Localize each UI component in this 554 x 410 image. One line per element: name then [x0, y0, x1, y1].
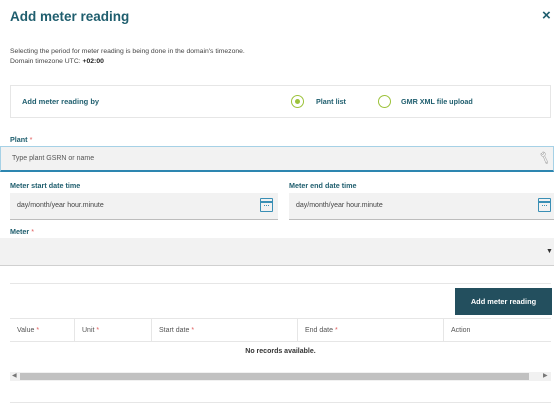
scroll-left-arrow-icon[interactable]: ◀ — [12, 372, 17, 381]
required-mark: * — [96, 327, 100, 334]
close-icon[interactable]: × — [542, 8, 551, 23]
plant-search-placeholder: Type plant GSRN or name — [12, 155, 95, 162]
radio-label-gmr-xml-upload[interactable]: GMR XML file upload — [401, 97, 473, 106]
horizontal-scrollbar[interactable]: ◀ ▶ — [10, 372, 551, 381]
plant-label-text: Plant — [10, 135, 28, 144]
radio-label-plant-list[interactable]: Plant list — [316, 97, 346, 106]
column-label: Value — [17, 327, 35, 334]
required-mark: * — [29, 135, 33, 144]
divider — [10, 402, 551, 403]
calendar-icon[interactable] — [538, 198, 551, 212]
column-header-value[interactable]: Value * — [10, 319, 75, 342]
radio-plant-list[interactable] — [291, 95, 304, 108]
add-meter-reading-button[interactable]: Add meter reading — [455, 288, 552, 315]
column-label: End date — [305, 327, 334, 334]
meter-start-date-input[interactable]: day/month/year hour.minute — [10, 193, 278, 220]
radio-selected-dot — [295, 99, 300, 104]
column-header-end-date[interactable]: End date * — [298, 319, 444, 342]
meter-end-label: Meter end date time — [289, 181, 357, 190]
timezone-prefix: Domain timezone UTC: — [10, 58, 83, 65]
wrench-icon[interactable]: 🔧︎ — [537, 151, 553, 166]
divider — [10, 283, 551, 284]
column-label: Unit — [82, 327, 95, 334]
meter-start-placeholder: day/month/year hour.minute — [17, 202, 104, 209]
meter-label-text: Meter — [10, 227, 30, 236]
caret-down-icon[interactable]: ▼ — [546, 248, 553, 255]
timezone-note: Selecting the period for meter reading i… — [10, 48, 245, 55]
required-mark: * — [334, 327, 338, 334]
column-label: Action — [451, 327, 471, 334]
column-header-unit[interactable]: Unit * — [75, 319, 152, 342]
reading-by-panel: Add meter reading by Plant list GMR XML … — [10, 85, 551, 118]
meter-end-date-input[interactable]: day/month/year hour.minute — [289, 193, 554, 220]
radio-gmr-xml-upload[interactable] — [378, 95, 391, 108]
table-header: Value * Unit * Start date * End date * A… — [10, 318, 551, 342]
reading-by-label: Add meter reading by — [22, 97, 100, 106]
column-label: Start date — [159, 327, 190, 334]
required-mark: * — [191, 327, 195, 334]
calendar-icon[interactable] — [260, 198, 273, 212]
plant-search-input[interactable]: Type plant GSRN or name 🔧︎ — [0, 146, 554, 172]
meter-end-placeholder: day/month/year hour.minute — [296, 202, 383, 209]
dialog-title: Add meter reading — [10, 9, 130, 24]
readings-table: Value * Unit * Start date * End date * A… — [10, 318, 551, 355]
scrollbar-thumb[interactable] — [20, 373, 529, 380]
timezone-value: +02:00 — [82, 58, 104, 65]
no-records-message: No records available. — [245, 348, 316, 355]
meter-select[interactable]: ▼ — [0, 238, 554, 266]
column-header-start-date[interactable]: Start date * — [152, 319, 298, 342]
meter-start-label: Meter start date time — [10, 181, 81, 190]
required-mark: * — [36, 327, 40, 334]
scroll-right-arrow-icon[interactable]: ▶ — [543, 372, 548, 381]
plant-label: Plant * — [10, 135, 32, 144]
required-mark: * — [31, 227, 34, 236]
meter-label: Meter * — [10, 227, 34, 236]
timezone-line: Domain timezone UTC: +02:00 — [10, 58, 104, 65]
column-header-action[interactable]: Action — [444, 319, 551, 342]
